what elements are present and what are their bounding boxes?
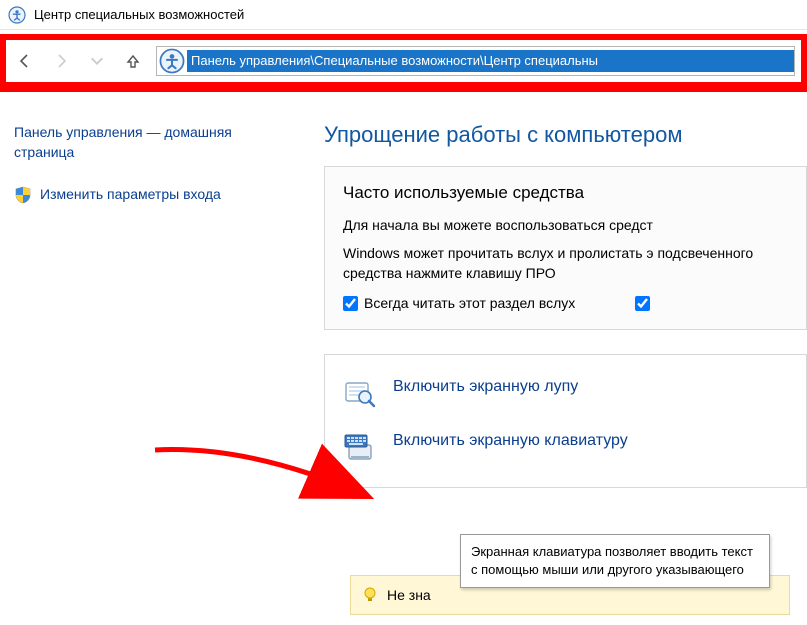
sidebar-link-signin-label: Изменить параметры входа [40,184,221,204]
panel-heading: Часто используемые средства [343,183,788,203]
checkbox-always-read-input[interactable] [343,296,358,311]
tool-onscreen-keyboard[interactable]: Включить экранную клавиатуру [343,421,788,475]
tool-magnifier-label: Включить экранную лупу [393,377,578,397]
magnifier-icon [343,377,377,411]
tooltip-osk: Экранная клавиатура позволяет вводить те… [460,534,770,588]
address-bar-highlight: Панель управления\Специальные возможност… [0,34,807,92]
checkbox-always-read-label: Всегда читать этот раздел вслух [364,295,575,311]
tool-magnifier[interactable]: Включить экранную лупу [343,367,788,421]
checkbox-2[interactable] [635,295,656,311]
sidebar-link-home[interactable]: Панель управления — домашняя страница [14,122,294,162]
address-bar-path[interactable]: Панель управления\Специальные возможност… [187,50,794,72]
title-bar: Центр специальных возможностей [0,0,807,30]
common-tools-panel: Часто используемые средства Для начала в… [324,166,807,330]
lightbulb-icon [361,586,379,604]
page-title: Упрощение работы с компьютером [324,122,807,148]
sidebar-link-signin[interactable]: Изменить параметры входа [14,184,294,204]
back-button[interactable] [12,47,38,75]
checkbox-always-read[interactable]: Всегда читать этот раздел вслух [343,295,575,311]
recent-dropdown[interactable] [84,47,110,75]
checkbox-2-input[interactable] [635,296,650,311]
address-bar[interactable]: Панель управления\Специальные возможност… [156,46,795,76]
forward-button[interactable] [48,47,74,75]
keyboard-icon [343,431,377,465]
main-content: Упрощение работы с компьютером Часто исп… [324,122,807,488]
shield-icon [14,186,32,204]
window-title: Центр специальных возможностей [34,7,244,22]
panel-text-2: Windows может прочитать вслух и пролиста… [343,243,788,283]
up-button[interactable] [120,47,146,75]
app-icon [8,6,26,24]
info-banner-text: Не зна [387,587,431,603]
sidebar: Панель управления — домашняя страница Из… [14,122,324,488]
tool-list: Включить экранную лупу Включить экранную… [324,354,807,488]
tool-onscreen-keyboard-label: Включить экранную клавиатуру [393,431,628,451]
panel-text-1: Для начала вы можете воспользоваться сре… [343,215,788,235]
address-bar-icon [159,48,185,74]
